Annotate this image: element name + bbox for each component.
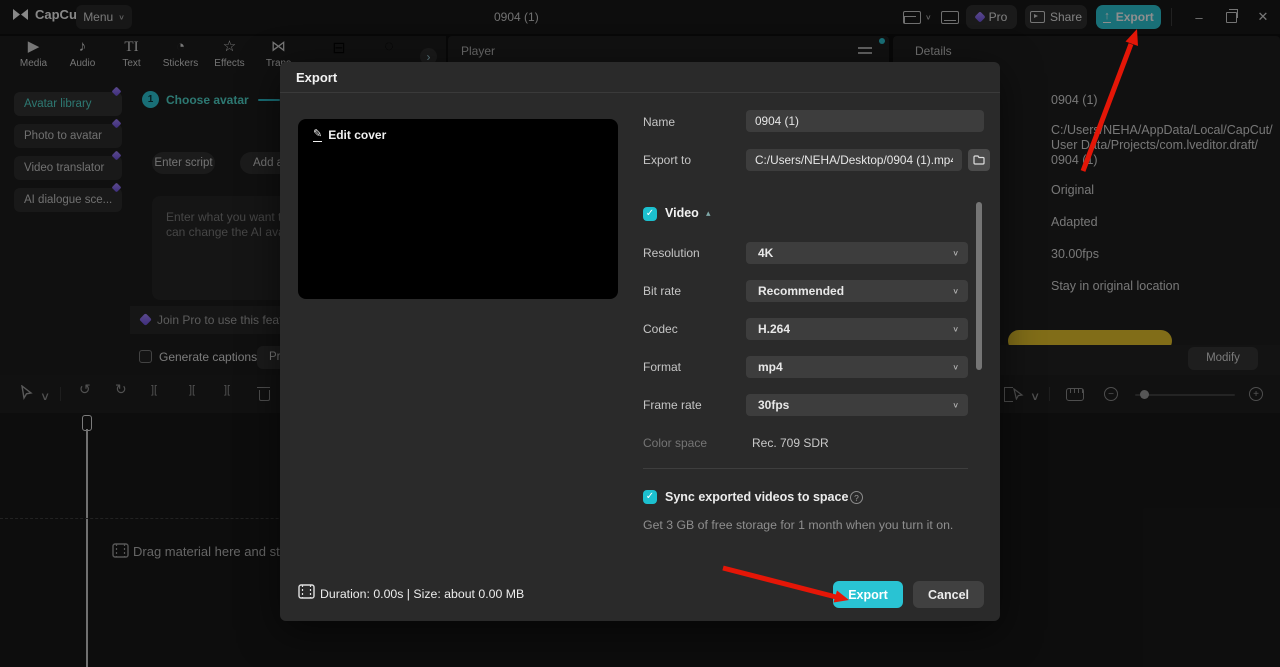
pencil-icon: ✎ [313, 129, 322, 142]
export-to-label: Export to [643, 153, 691, 167]
codec-label: Codec [643, 322, 678, 336]
export-path-input[interactable] [746, 149, 962, 171]
video-checkbox[interactable]: ✓ [643, 207, 657, 221]
chevron-down-icon: ∨ [952, 396, 959, 415]
collapse-icon[interactable]: ▴ [706, 208, 711, 219]
cancel-button[interactable]: Cancel [913, 581, 984, 608]
sync-label: Sync exported videos to space [665, 490, 848, 504]
framerate-label: Frame rate [643, 398, 702, 412]
format-select[interactable]: mp4 ∨ [746, 356, 968, 378]
resolution-select[interactable]: 4K ∨ [746, 242, 968, 264]
colorspace-value: Rec. 709 SDR [752, 436, 829, 450]
chevron-down-icon: ∨ [952, 320, 959, 339]
dialog-section-divider [643, 468, 968, 469]
folder-icon [973, 155, 985, 165]
bitrate-label: Bit rate [643, 284, 681, 298]
export-dialog: Export ✎ Edit cover Name Export to ✓ Vid… [280, 62, 1000, 621]
sync-note: Get 3 GB of free storage for 1 month whe… [643, 518, 953, 532]
name-input[interactable] [746, 110, 984, 132]
help-icon[interactable]: ? [850, 491, 863, 504]
bitrate-select[interactable]: Recommended ∨ [746, 280, 968, 302]
format-label: Format [643, 360, 681, 374]
dialog-scrollbar[interactable] [976, 202, 982, 370]
resolution-label: Resolution [643, 246, 700, 260]
chevron-down-icon: ∨ [952, 244, 959, 263]
export-confirm-button[interactable]: Export [833, 581, 903, 608]
video-section-label: Video [665, 206, 699, 220]
framerate-select[interactable]: 30fps ∨ [746, 394, 968, 416]
chevron-down-icon: ∨ [952, 358, 959, 377]
duration-size-info: Duration: 0.00s | Size: about 0.00 MB [320, 587, 524, 601]
film-icon [298, 584, 315, 599]
dialog-title: Export [296, 70, 337, 85]
dialog-header-divider [280, 92, 1000, 93]
capcut-window: CapCut Menu ∨ 0904 (1) ∨ Pro Share ↑ Exp… [0, 0, 1280, 667]
browse-folder-button[interactable] [968, 149, 990, 171]
cover-preview[interactable]: ✎ Edit cover [298, 119, 618, 299]
codec-select[interactable]: H.264 ∨ [746, 318, 968, 340]
name-label: Name [643, 115, 675, 129]
sync-checkbox[interactable]: ✓ [643, 490, 657, 504]
colorspace-label: Color space [643, 436, 707, 450]
chevron-down-icon: ∨ [952, 282, 959, 301]
edit-cover-button[interactable]: ✎ Edit cover [313, 128, 386, 142]
